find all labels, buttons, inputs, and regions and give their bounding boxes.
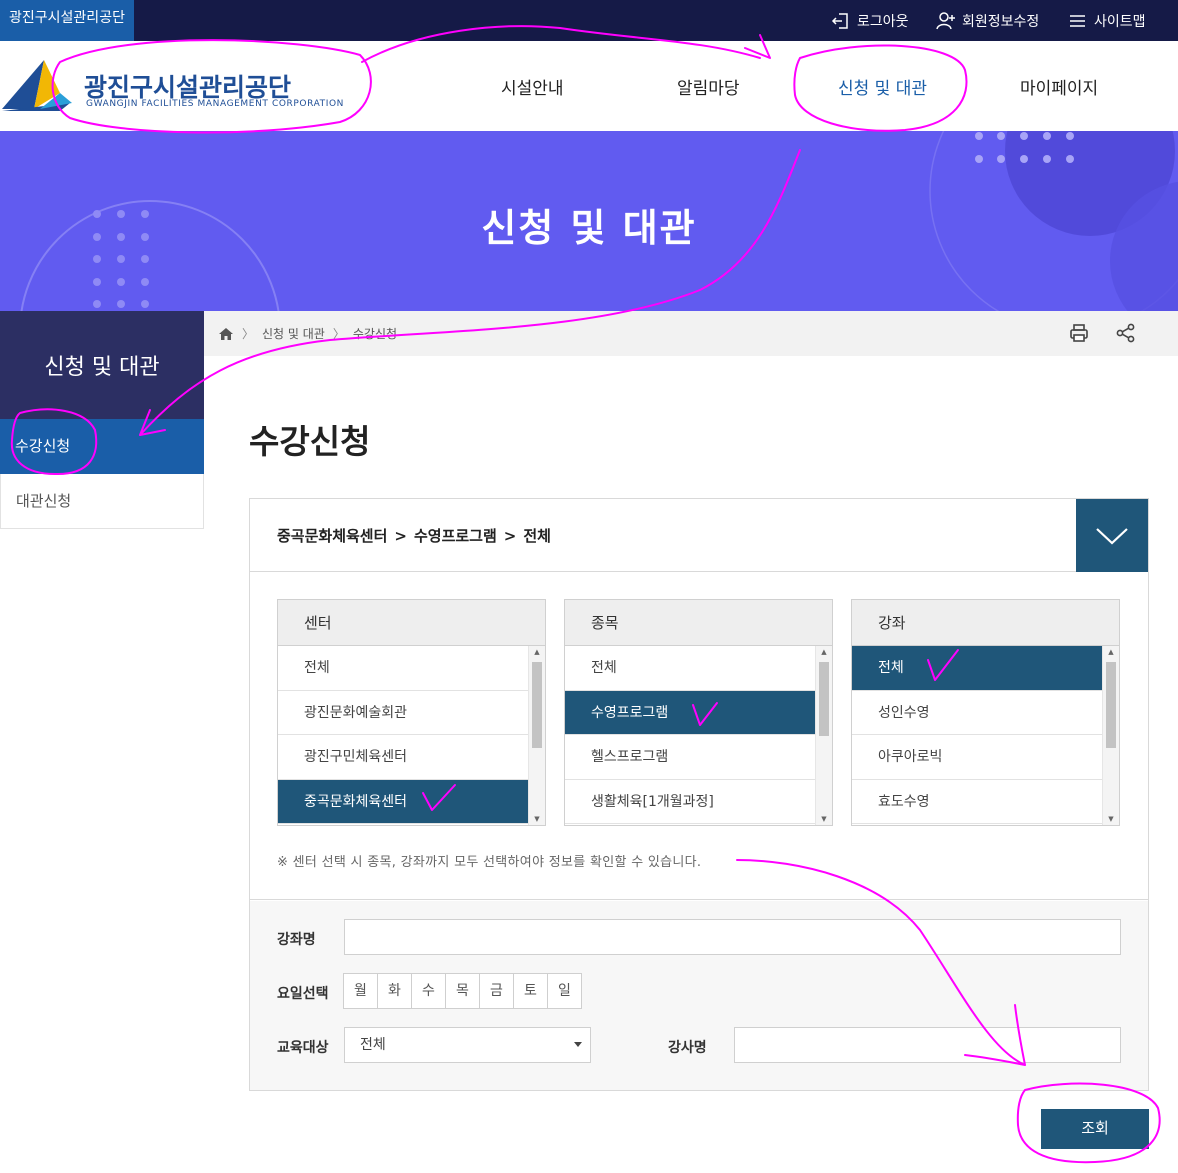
page-title: 수강신청 [249, 422, 371, 461]
path-separator: > [394, 526, 407, 545]
course-name-label: 강좌명 [277, 932, 316, 948]
day-select-label: 요일선택 [277, 986, 329, 1002]
day-button-thu[interactable]: 목 [445, 973, 480, 1009]
course-search-box: 중곡문화체육센터 > 수영프로그램 > 전체 센터 전체 광진문화예술회관 광진… [249, 498, 1149, 1091]
selection-path: 중곡문화체육센터 > 수영프로그램 > 전체 [277, 499, 551, 572]
print-icon[interactable] [1069, 323, 1089, 343]
member-edit-label: 회원정보수정 [962, 13, 1040, 30]
list-item[interactable]: 광진구민체육센터 [278, 735, 529, 780]
day-selector: 월 화 수 목 금 토 일 [343, 973, 582, 1009]
selection-path-category: 수영프로그램 [413, 527, 497, 545]
selection-path-course: 전체 [523, 527, 551, 545]
sail-logo-icon [2, 60, 72, 111]
category-list-header: 종목 [565, 600, 832, 646]
target-select-value: 전체 [360, 1037, 386, 1053]
list-item[interactable]: 아쿠아로빅 [852, 735, 1103, 780]
scroll-down-icon[interactable]: ▼ [529, 813, 545, 825]
breadcrumb-bar: 〉 신청 및 대관 〉 수강신청 [204, 311, 1178, 356]
course-list-items: 전체 성인수영 아쿠아로빅 효도수영 [852, 646, 1103, 825]
day-button-fri[interactable]: 금 [479, 973, 514, 1009]
breadcrumb: 〉 신청 및 대관 〉 수강신청 [218, 311, 397, 356]
list-item[interactable]: 성인수영 [852, 691, 1103, 735]
sidebar-item-facility-rental[interactable]: 대관신청 [0, 474, 204, 529]
sitemap-label: 사이트맵 [1094, 13, 1146, 30]
target-select[interactable]: 전체 [344, 1027, 591, 1063]
selection-path-center: 중곡문화체육센터 [277, 527, 388, 545]
center-list-scrollbar[interactable]: ▲ ▼ [528, 646, 545, 825]
day-button-tue[interactable]: 화 [377, 973, 412, 1009]
logout-link[interactable]: 로그아웃 [831, 0, 909, 41]
scroll-thumb[interactable] [819, 662, 829, 736]
scroll-down-icon[interactable]: ▼ [1103, 813, 1119, 825]
member-edit-link[interactable]: 회원정보수정 [936, 0, 1039, 41]
target-label: 교육대상 [277, 1040, 329, 1056]
nav-notices[interactable]: 알림마당 [677, 41, 740, 131]
scroll-thumb[interactable] [1106, 662, 1116, 748]
breadcrumb-separator-icon: 〉 [242, 327, 255, 341]
selection-area: 센터 전체 광진문화예술회관 광진구민체육센터 중곡문화체육센터 ▲ ▼ 종목 … [250, 572, 1148, 900]
nav-facilities[interactable]: 시설안내 [501, 41, 564, 131]
share-icon[interactable] [1116, 323, 1136, 343]
sitemap-link[interactable]: 사이트맵 [1068, 0, 1146, 41]
collapse-toggle-button[interactable] [1076, 499, 1148, 572]
search-form: 강좌명 요일선택 월 화 수 목 금 토 일 교육대상 전체 강사명 [250, 901, 1148, 1090]
sidebar-title: 신청 및 대관 [0, 311, 204, 419]
category-list-scrollbar[interactable]: ▲ ▼ [815, 646, 832, 825]
breadcrumb-item[interactable]: 수강신청 [353, 325, 397, 342]
course-name-input[interactable] [344, 919, 1121, 955]
list-item-selected[interactable]: 중곡문화체육센터 [278, 779, 529, 824]
course-list-header: 강좌 [852, 600, 1119, 646]
list-item[interactable]: 광진문화예술회관 [278, 691, 529, 735]
teacher-label: 강사명 [668, 1040, 707, 1056]
day-button-wed[interactable]: 수 [411, 973, 446, 1009]
list-item[interactable]: 전체 [278, 646, 529, 691]
day-button-mon[interactable]: 월 [343, 973, 378, 1009]
scroll-up-icon[interactable]: ▲ [1103, 646, 1119, 658]
site-logo[interactable]: 광진구시설관리공단 GWANGJIN FACILITIES MANAGEMENT… [0, 57, 345, 117]
path-separator: > [503, 526, 517, 545]
course-list-scrollbar[interactable]: ▲ ▼ [1102, 646, 1119, 825]
page-banner: 신청 및 대관 [0, 131, 1178, 311]
logout-label: 로그아웃 [857, 13, 909, 30]
center-listbox: 센터 전체 광진문화예술회관 광진구민체육센터 중곡문화체육센터 ▲ ▼ [277, 599, 546, 826]
caret-down-icon [574, 1042, 582, 1047]
category-list-items: 전체 수영프로그램 헬스프로그램 생활체육[1개월과정] [565, 646, 816, 825]
day-button-sun[interactable]: 일 [547, 973, 582, 1009]
breadcrumb-item[interactable]: 신청 및 대관 [262, 325, 325, 342]
scroll-thumb[interactable] [532, 662, 542, 748]
scroll-up-icon[interactable]: ▲ [529, 646, 545, 658]
top-utility-bar: 광진구시설관리공단 로그아웃 회원정보수정 사이트맵 [0, 0, 1178, 41]
site-header: 광진구시설관리공단 GWANGJIN FACILITIES MANAGEMENT… [0, 41, 1178, 131]
nav-mypage[interactable]: 마이페이지 [1020, 41, 1098, 131]
scroll-down-icon[interactable]: ▼ [816, 813, 832, 825]
logout-icon [831, 12, 848, 29]
center-list-header: 센터 [278, 600, 545, 646]
center-list-items: 전체 광진문화예술회관 광진구민체육센터 중곡문화체육센터 [278, 646, 529, 825]
list-item-selected[interactable]: 수영프로그램 [565, 690, 816, 735]
sidebar-item-course-registration[interactable]: 수강신청 [0, 419, 204, 474]
nav-application[interactable]: 신청 및 대관 [838, 41, 927, 131]
category-listbox: 종목 전체 수영프로그램 헬스프로그램 생활체육[1개월과정] ▲ ▼ [564, 599, 833, 826]
day-button-sat[interactable]: 토 [513, 973, 548, 1009]
teacher-input[interactable] [734, 1027, 1121, 1063]
selection-notice: ※ 센터 선택 시 종목, 강좌까지 모두 선택하여야 정보를 확인할 수 있습… [277, 855, 702, 870]
home-icon[interactable] [218, 326, 234, 342]
banner-title: 신청 및 대관 [481, 206, 697, 250]
course-listbox: 강좌 전체 성인수영 아쿠아로빅 효도수영 ▲ ▼ [851, 599, 1120, 826]
list-item[interactable]: 전체 [565, 646, 816, 691]
chevron-down-icon [1096, 527, 1128, 545]
list-item[interactable]: 생활체육[1개월과정] [565, 780, 816, 824]
list-item[interactable]: 헬스프로그램 [565, 735, 816, 780]
breadcrumb-separator-icon: 〉 [332, 327, 345, 341]
list-item[interactable]: 효도수영 [852, 780, 1103, 824]
search-button[interactable]: 조회 [1041, 1109, 1149, 1149]
org-tag[interactable]: 광진구시설관리공단 [0, 0, 134, 41]
user-edit-icon [936, 11, 955, 29]
list-item-selected[interactable]: 전체 [852, 646, 1103, 691]
logo-english-name: GWANGJIN FACILITIES MANAGEMENT CORPORATI… [86, 99, 345, 109]
menu-icon [1070, 14, 1085, 27]
scroll-up-icon[interactable]: ▲ [816, 646, 832, 658]
selection-path-row: 중곡문화체육센터 > 수영프로그램 > 전체 [250, 499, 1148, 572]
